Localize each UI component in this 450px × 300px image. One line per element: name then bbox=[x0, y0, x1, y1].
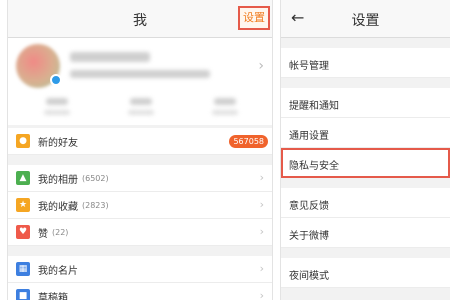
list-item-drafts[interactable]: ■ 草稿箱 › bbox=[8, 283, 272, 300]
star-icon: ★ bbox=[16, 198, 30, 212]
chevron-right-icon: › bbox=[259, 262, 264, 275]
blurred-stat-label bbox=[212, 110, 238, 115]
settings-item-label: 通用设置 bbox=[289, 131, 329, 142]
settings-group-about: 意见反馈 关于微博 bbox=[281, 188, 450, 248]
blurred-stat-label bbox=[44, 110, 70, 115]
settings-group-account: 帐号管理 bbox=[281, 48, 450, 78]
card-icon: ▦ bbox=[16, 262, 30, 276]
settings-item-label: 意见反馈 bbox=[289, 201, 329, 212]
chevron-right-icon: › bbox=[259, 289, 264, 300]
settings-item-privacy-security[interactable]: 隐私与安全 bbox=[281, 148, 450, 178]
settings-item-label: 帐号管理 bbox=[289, 61, 329, 72]
profile-card[interactable]: › bbox=[8, 38, 272, 125]
notification-badge: 567058 bbox=[229, 135, 268, 148]
list-item-likes[interactable]: ♥ 赞 (22) › bbox=[8, 219, 272, 246]
settings-item-feedback[interactable]: 意见反馈 bbox=[281, 188, 450, 218]
list-item-favorites[interactable]: ★ 我的收藏 (2823) › bbox=[8, 192, 272, 219]
friends-icon: ● bbox=[16, 134, 30, 148]
menu-group-media: ▲ 我的相册 (6502) › ★ 我的收藏 (2823) › ♥ 赞 (22)… bbox=[8, 165, 272, 246]
profile-top-bar: 我 设置 bbox=[8, 0, 272, 38]
settings-item-about[interactable]: 关于微博 bbox=[281, 218, 450, 248]
settings-group-general: 提醒和通知 通用设置 隐私与安全 bbox=[281, 88, 450, 178]
chevron-right-icon: › bbox=[259, 171, 264, 184]
settings-item-account[interactable]: 帐号管理 bbox=[281, 48, 450, 78]
blurred-stat-followers[interactable] bbox=[214, 98, 236, 105]
list-item-card[interactable]: ▦ 我的名片 › bbox=[8, 256, 272, 283]
list-item-label: 新的好友 bbox=[38, 137, 78, 149]
thumbs-up-icon: ♥ bbox=[16, 225, 30, 239]
chevron-right-icon: › bbox=[259, 198, 264, 211]
settings-top-bar: ← 设置 bbox=[281, 0, 450, 38]
settings-group-display: 夜间模式 bbox=[281, 258, 450, 288]
list-item-count: (2823) bbox=[82, 200, 109, 210]
list-item-label: 草稿箱 bbox=[38, 292, 68, 300]
blurred-username bbox=[70, 52, 150, 62]
profile-screen: 我 设置 › ● 新的好友 567058 ▲ 我的相册 (6502) › ★ 我… bbox=[7, 0, 273, 300]
menu-group-tools: ▦ 我的名片 › ■ 草稿箱 › bbox=[8, 256, 272, 300]
settings-item-night-mode[interactable]: 夜间模式 bbox=[281, 258, 450, 288]
settings-item-label: 关于微博 bbox=[289, 231, 329, 242]
settings-item-label: 夜间模式 bbox=[289, 271, 329, 282]
chevron-right-icon: › bbox=[259, 225, 264, 238]
menu-group-friends: ● 新的好友 567058 bbox=[8, 128, 272, 155]
list-item-label: 我的相册 bbox=[38, 174, 78, 186]
settings-item-notifications[interactable]: 提醒和通知 bbox=[281, 88, 450, 118]
blurred-description bbox=[70, 70, 210, 78]
settings-screen: ← 设置 帐号管理 提醒和通知 通用设置 隐私与安全 意见反馈 关于微博 夜间模… bbox=[280, 0, 450, 300]
settings-item-label: 隐私与安全 bbox=[289, 161, 339, 172]
page-title: 我 bbox=[133, 13, 147, 29]
blurred-stat-label bbox=[128, 110, 154, 115]
list-item-album[interactable]: ▲ 我的相册 (6502) › bbox=[8, 165, 272, 192]
page-title: 设置 bbox=[351, 13, 380, 29]
blurred-stat-following[interactable] bbox=[130, 98, 152, 105]
settings-item-general[interactable]: 通用设置 bbox=[281, 118, 450, 148]
settings-item-label: 提醒和通知 bbox=[289, 101, 339, 112]
draft-icon: ■ bbox=[16, 289, 30, 300]
album-icon: ▲ bbox=[16, 171, 30, 185]
list-item-count: (6502) bbox=[82, 173, 109, 183]
list-item-label: 我的收藏 bbox=[38, 201, 78, 213]
list-item-new-friends[interactable]: ● 新的好友 567058 bbox=[8, 128, 272, 155]
list-item-count: (22) bbox=[52, 227, 69, 237]
blurred-stat-weibo[interactable] bbox=[46, 98, 68, 105]
list-item-label: 我的名片 bbox=[38, 265, 78, 277]
settings-button[interactable]: 设置 bbox=[238, 6, 270, 30]
list-item-label: 赞 bbox=[38, 228, 48, 240]
chevron-right-icon: › bbox=[258, 58, 264, 74]
verified-badge-icon bbox=[50, 74, 62, 86]
